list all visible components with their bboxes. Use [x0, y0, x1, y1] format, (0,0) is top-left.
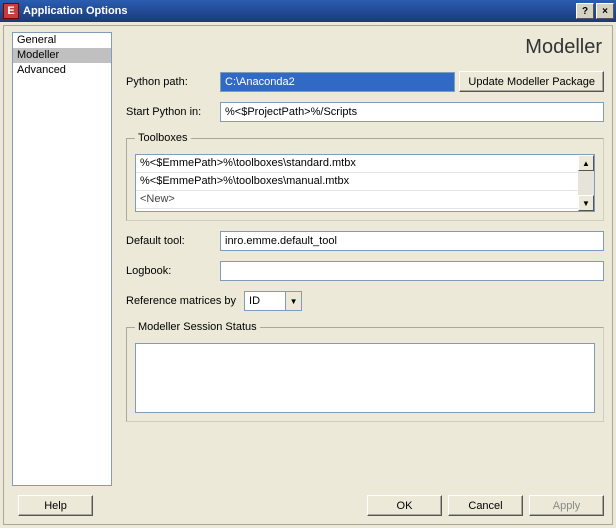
- help-icon[interactable]: ?: [576, 3, 594, 19]
- logbook-label: Logbook:: [126, 265, 220, 277]
- session-status-legend: Modeller Session Status: [135, 321, 260, 333]
- start-python-input[interactable]: [220, 102, 604, 122]
- app-icon: E: [3, 3, 19, 19]
- sidebar-item-general[interactable]: General: [13, 33, 111, 48]
- list-item[interactable]: %<$EmmePath>%\toolboxes\manual.mtbx: [136, 173, 578, 191]
- reference-matrices-select[interactable]: ID ▼: [244, 291, 302, 311]
- page-title: Modeller: [126, 36, 602, 59]
- cancel-button[interactable]: Cancel: [448, 495, 523, 516]
- button-bar: Help OK Cancel Apply: [12, 495, 604, 516]
- sidebar-item-modeller[interactable]: Modeller: [13, 48, 111, 63]
- toolboxes-list[interactable]: %<$EmmePath>%\toolboxes\standard.mtbx %<…: [135, 154, 595, 212]
- toolboxes-legend: Toolboxes: [135, 132, 191, 144]
- scroll-track[interactable]: [578, 171, 594, 195]
- default-tool-input[interactable]: [220, 231, 604, 251]
- sidebar-item-advanced[interactable]: Advanced: [13, 63, 111, 78]
- window-title: Application Options: [23, 5, 128, 17]
- session-status-group: Modeller Session Status: [126, 321, 604, 422]
- scroll-down-icon[interactable]: ▼: [578, 195, 594, 211]
- category-list[interactable]: General Modeller Advanced: [12, 32, 112, 486]
- scroll-up-icon[interactable]: ▲: [578, 155, 594, 171]
- chevron-down-icon[interactable]: ▼: [285, 292, 301, 310]
- python-path-label: Python path:: [126, 76, 220, 88]
- reference-matrices-label: Reference matrices by: [126, 295, 236, 307]
- title-bar: E Application Options ? ×: [0, 0, 616, 22]
- list-item[interactable]: %<$EmmePath>%\toolboxes\standard.mtbx: [136, 155, 578, 173]
- python-path-input[interactable]: [220, 72, 455, 92]
- toolboxes-group: Toolboxes %<$EmmePath>%\toolboxes\standa…: [126, 132, 604, 221]
- session-status-box: [135, 343, 595, 413]
- reference-matrices-value: ID: [245, 292, 285, 310]
- start-python-label: Start Python in:: [126, 106, 220, 118]
- scrollbar[interactable]: ▲ ▼: [578, 155, 594, 211]
- apply-button[interactable]: Apply: [529, 495, 604, 516]
- dialog-frame: General Modeller Advanced Modeller Pytho…: [3, 25, 613, 525]
- update-modeller-package-button[interactable]: Update Modeller Package: [459, 71, 604, 92]
- default-tool-label: Default tool:: [126, 235, 220, 247]
- logbook-input[interactable]: [220, 261, 604, 281]
- ok-button[interactable]: OK: [367, 495, 442, 516]
- close-icon[interactable]: ×: [596, 3, 614, 19]
- settings-panel: Modeller Python path: Update Modeller Pa…: [112, 32, 604, 486]
- list-item[interactable]: <New>: [136, 191, 578, 209]
- help-button[interactable]: Help: [18, 495, 93, 516]
